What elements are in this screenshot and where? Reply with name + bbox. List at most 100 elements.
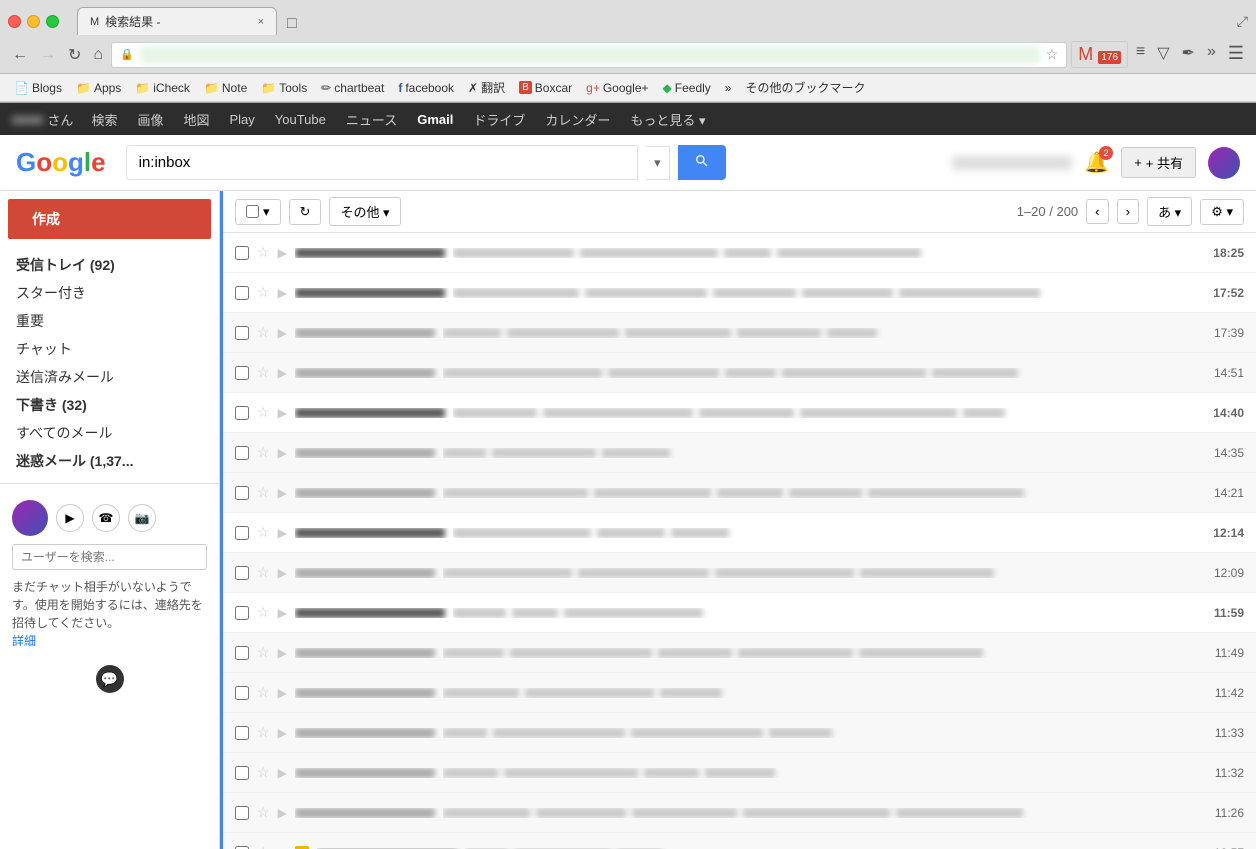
- gmail-extension-icon[interactable]: M 176: [1071, 41, 1128, 68]
- email-important-icon[interactable]: ▶: [278, 446, 287, 460]
- select-dropdown-icon[interactable]: ▾: [263, 204, 270, 220]
- email-checkbox[interactable]: [235, 846, 249, 849]
- active-tab[interactable]: M 検索結果 - ×: [77, 7, 277, 35]
- email-star-icon[interactable]: ☆: [257, 404, 270, 421]
- email-important-icon[interactable]: ▶: [278, 406, 287, 420]
- maximize-window-button[interactable]: [46, 15, 59, 28]
- sidebar-item-spam[interactable]: 迷惑メール (1,37...: [0, 447, 219, 475]
- user-search-input[interactable]: [12, 544, 207, 570]
- bookmark-chartbeat[interactable]: ✏ chartbeat: [315, 79, 390, 97]
- chat-detail-link[interactable]: 詳細: [12, 634, 36, 648]
- email-checkbox[interactable]: [235, 526, 249, 540]
- email-checkbox[interactable]: [235, 566, 249, 580]
- ext4-icon[interactable]: »: [1203, 41, 1220, 68]
- window-fullscreen-button[interactable]: ⤢: [1237, 13, 1248, 30]
- chat-video-button[interactable]: ▶: [56, 504, 84, 532]
- chat-toggle-button[interactable]: 💬: [96, 665, 124, 693]
- bookmark-star-icon[interactable]: ☆: [1046, 46, 1059, 63]
- email-important-icon[interactable]: ▶: [278, 726, 287, 740]
- email-row[interactable]: ☆▶11:26: [223, 793, 1256, 833]
- tab-close-button[interactable]: ×: [258, 16, 264, 28]
- bookmark-blogs[interactable]: 📄 Blogs: [8, 79, 68, 97]
- email-checkbox[interactable]: [235, 686, 249, 700]
- email-important-icon[interactable]: ▶: [278, 286, 287, 300]
- nav-youtube[interactable]: YouTube: [265, 106, 336, 133]
- email-row[interactable]: ☆▶14:40: [223, 393, 1256, 433]
- bookmark-facebook[interactable]: f facebook: [392, 79, 460, 97]
- settings-button[interactable]: ⚙ ▾: [1200, 199, 1244, 225]
- sidebar-item-sent[interactable]: 送信済みメール: [0, 363, 219, 391]
- email-checkbox[interactable]: [235, 806, 249, 820]
- chat-phone-button[interactable]: ☎: [92, 504, 120, 532]
- email-star-icon[interactable]: ☆: [257, 604, 270, 621]
- bookmark-more[interactable]: »: [719, 79, 738, 97]
- select-all-checkbox[interactable]: [246, 205, 259, 218]
- search-button[interactable]: [678, 145, 726, 180]
- bookmark-note[interactable]: 📁 Note: [198, 79, 253, 97]
- nav-play[interactable]: Play: [219, 106, 264, 133]
- email-important-icon[interactable]: ▶: [278, 246, 287, 260]
- email-checkbox[interactable]: [235, 486, 249, 500]
- email-checkbox[interactable]: [235, 366, 249, 380]
- email-row[interactable]: ☆▶12:14: [223, 513, 1256, 553]
- email-row[interactable]: ☆▶11:49: [223, 633, 1256, 673]
- email-row[interactable]: ☆▶17:52: [223, 273, 1256, 313]
- bookmark-apps[interactable]: 📁 Apps: [70, 79, 127, 97]
- email-row[interactable]: ☆▶14:35: [223, 433, 1256, 473]
- nav-drive[interactable]: ドライブ: [463, 104, 535, 135]
- nav-maps[interactable]: 地図: [173, 104, 219, 135]
- close-window-button[interactable]: [8, 15, 21, 28]
- email-important-icon[interactable]: ▶: [278, 806, 287, 820]
- back-button[interactable]: ←: [8, 44, 32, 66]
- url-display[interactable]: [140, 46, 1040, 64]
- email-row[interactable]: ☆▶11:32: [223, 753, 1256, 793]
- email-important-icon[interactable]: ▶: [278, 686, 287, 700]
- home-button[interactable]: ⌂: [89, 44, 107, 66]
- notification-button[interactable]: 🔔 2: [1084, 150, 1109, 175]
- email-row[interactable]: ☆▶14:51: [223, 353, 1256, 393]
- email-row[interactable]: ☆▶10:57: [223, 833, 1256, 849]
- forward-button[interactable]: →: [36, 44, 60, 66]
- refresh-button[interactable]: ↻: [64, 43, 85, 67]
- bookmark-icheck[interactable]: 📁 iCheck: [129, 79, 196, 97]
- bookmark-tools[interactable]: 📁 Tools: [255, 79, 313, 97]
- email-important-icon[interactable]: ▶: [278, 566, 287, 580]
- next-page-button[interactable]: ›: [1117, 199, 1139, 224]
- nav-more[interactable]: もっと見る ▾: [620, 104, 715, 135]
- more-actions-button[interactable]: その他 ▾: [329, 197, 400, 226]
- email-important-icon[interactable]: ▶: [278, 486, 287, 500]
- search-input[interactable]: in:inbox: [126, 145, 638, 180]
- nav-news[interactable]: ニュース: [336, 104, 407, 135]
- sidebar-item-starred[interactable]: スター付き: [0, 279, 219, 307]
- nav-calendar[interactable]: カレンダー: [535, 104, 620, 135]
- refresh-button[interactable]: ↻: [289, 199, 322, 225]
- nav-gmail[interactable]: Gmail: [407, 106, 463, 133]
- email-row[interactable]: ☆▶11:42: [223, 673, 1256, 713]
- email-checkbox[interactable]: [235, 406, 249, 420]
- email-checkbox[interactable]: [235, 286, 249, 300]
- email-checkbox[interactable]: [235, 246, 249, 260]
- bookmark-feedly[interactable]: ◆ Feedly: [657, 79, 717, 97]
- bookmark-googleplus[interactable]: g+ Google+: [580, 79, 654, 97]
- email-important-icon[interactable]: ▶: [278, 606, 287, 620]
- email-star-icon[interactable]: ☆: [257, 764, 270, 781]
- email-star-icon[interactable]: ☆: [257, 524, 270, 541]
- email-important-icon[interactable]: ▶: [278, 646, 287, 660]
- nav-search[interactable]: 検索: [81, 104, 127, 135]
- minimize-window-button[interactable]: [27, 15, 40, 28]
- email-star-icon[interactable]: ☆: [257, 724, 270, 741]
- email-star-icon[interactable]: ☆: [257, 564, 270, 581]
- email-checkbox[interactable]: [235, 646, 249, 660]
- email-row[interactable]: ☆▶18:25: [223, 233, 1256, 273]
- email-star-icon[interactable]: ☆: [257, 284, 270, 301]
- email-row[interactable]: ☆▶11:33: [223, 713, 1256, 753]
- nav-images[interactable]: 画像: [127, 104, 173, 135]
- user-avatar[interactable]: [1208, 147, 1240, 179]
- email-checkbox[interactable]: [235, 606, 249, 620]
- email-star-icon[interactable]: ☆: [257, 244, 270, 261]
- email-checkbox[interactable]: [235, 326, 249, 340]
- email-star-icon[interactable]: ☆: [257, 644, 270, 661]
- share-button[interactable]: + + 共有: [1121, 147, 1196, 178]
- ext1-icon[interactable]: ≡: [1132, 41, 1149, 68]
- email-star-icon[interactable]: ☆: [257, 444, 270, 461]
